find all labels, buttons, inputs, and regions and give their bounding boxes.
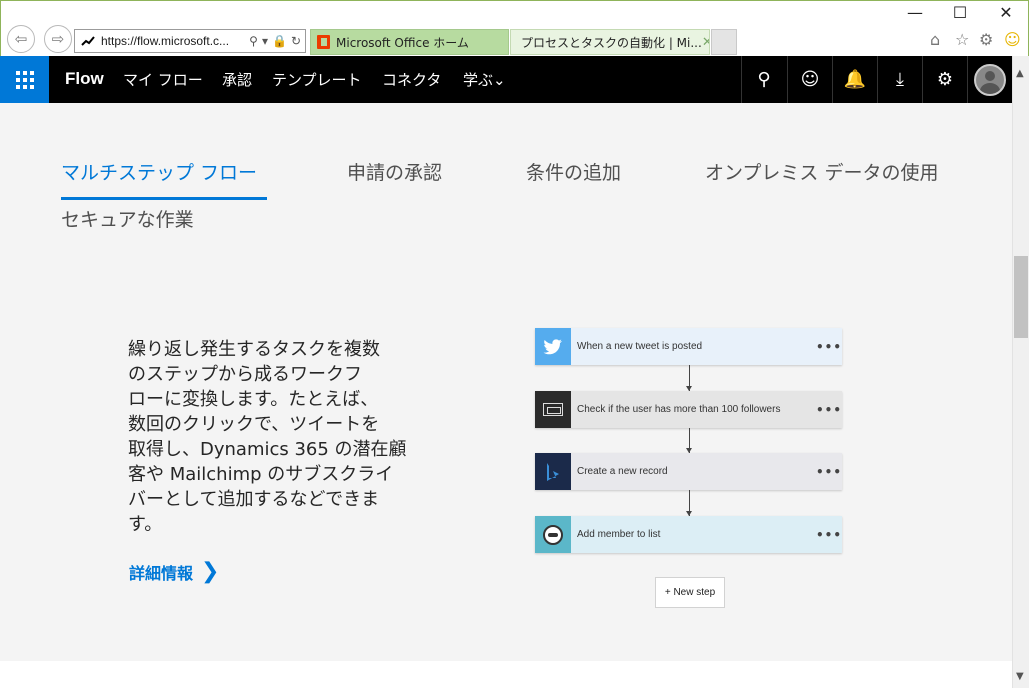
description-line: 繰り返し発生するタスクを複数	[128, 339, 380, 360]
description-line: のステップから成るワークフ	[128, 364, 362, 385]
close-tab-icon[interactable]: ✕	[702, 35, 709, 50]
step-label: When a new tweet is posted	[577, 341, 703, 352]
nav-my-flows[interactable]: マイ フロー	[123, 69, 203, 90]
refresh-icon[interactable]: ↻	[291, 34, 301, 48]
next-section	[0, 661, 1012, 688]
flow-step-mailchimp-add[interactable]: Add member to list •••	[535, 516, 842, 553]
description-line: 数回のクリックで、ツイートを	[128, 414, 380, 435]
nav-approvals[interactable]: 承認	[222, 69, 252, 90]
step-connector-arrow	[686, 490, 692, 516]
mailchimp-icon	[535, 516, 571, 553]
feature-description: 繰り返し発生するタスクを複数 のステップから成るワークフ ローに変換します。たと…	[128, 337, 418, 537]
tab-label: Microsoft Office ホーム	[336, 35, 469, 50]
vertical-scrollbar[interactable]: ▲ ▼	[1012, 56, 1029, 688]
tab-onpremises-data[interactable]: オンプレミス データの使用	[705, 158, 938, 185]
brand-name[interactable]: Flow	[65, 69, 104, 89]
learn-more-label: 詳細情報	[129, 563, 194, 583]
smiley-feedback-icon[interactable]: ☺	[787, 56, 832, 103]
flow-step-dynamics-record[interactable]: Create a new record •••	[535, 453, 842, 490]
tab-request-approvals[interactable]: 申請の承認	[347, 158, 442, 185]
scroll-down-icon[interactable]: ▼	[1016, 671, 1024, 682]
step-label: Create a new record	[577, 466, 668, 477]
step-connector-arrow	[686, 365, 692, 391]
condition-icon	[535, 391, 571, 428]
more-options-icon[interactable]: •••	[816, 465, 842, 479]
step-connector-arrow	[686, 428, 692, 453]
tab-secure-work[interactable]: セキュアな作業	[61, 205, 194, 232]
minimize-button[interactable]: —	[901, 3, 929, 22]
office-logo-icon	[317, 35, 330, 49]
dropdown-icon[interactable]: ▾	[262, 34, 268, 48]
avatar	[974, 63, 1006, 96]
forward-arrow-icon: ⇨	[51, 30, 65, 48]
back-arrow-icon: ⇦	[14, 30, 28, 48]
browser-chrome: ⇦ ⇨ https://flow.microsoft.c... ⚲ ▾ 🔒 ↻ …	[0, 0, 1029, 56]
favorites-star-icon[interactable]: ☆	[955, 30, 969, 49]
download-icon[interactable]: ⤓	[877, 56, 922, 103]
description-line: 取得し、Dynamics 365 の潜在顧	[128, 439, 407, 460]
step-label: Add member to list	[577, 529, 661, 540]
app-header: Flow マイ フロー 承認 テンプレート コネクタ 学ぶ⌄ ⚲ ☺ 🔔 ⤓ ⚙	[0, 56, 1012, 103]
more-options-icon[interactable]: •••	[816, 528, 842, 542]
more-options-icon[interactable]: •••	[816, 340, 842, 354]
gear-icon[interactable]: ⚙	[922, 56, 967, 103]
flow-favicon-icon	[81, 36, 95, 46]
search-icon[interactable]: ⚲	[249, 34, 258, 48]
scroll-up-icon[interactable]: ▲	[1016, 68, 1024, 79]
learn-more-link[interactable]: 詳細情報 ❯	[129, 559, 219, 584]
twitter-icon	[535, 328, 571, 365]
new-tab-button[interactable]	[711, 29, 737, 55]
avatar-button[interactable]	[967, 56, 1012, 103]
main-content: マルチステップ フロー 申請の承認 条件の追加 オンプレミス データの使用 セキ…	[0, 103, 1012, 688]
description-line: す。	[128, 514, 163, 535]
tab-office-home[interactable]: Microsoft Office ホーム	[310, 29, 509, 55]
tab-multistep-flow[interactable]: マルチステップ フロー	[61, 158, 257, 185]
active-tab-indicator	[61, 197, 267, 200]
smiley-feedback-icon[interactable]: ☺	[1004, 30, 1021, 49]
back-button[interactable]: ⇦	[7, 25, 35, 53]
address-url: https://flow.microsoft.c...	[101, 34, 230, 48]
nav-connectors[interactable]: コネクタ	[382, 69, 441, 90]
scroll-thumb[interactable]	[1014, 256, 1028, 338]
close-window-button[interactable]: ✕	[992, 3, 1020, 22]
nav-templates[interactable]: テンプレート	[272, 69, 362, 90]
flow-step-tweet-trigger[interactable]: When a new tweet is posted •••	[535, 328, 842, 365]
more-options-icon[interactable]: •••	[816, 403, 842, 417]
bell-icon[interactable]: 🔔	[832, 56, 877, 103]
tab-add-conditions[interactable]: 条件の追加	[526, 158, 621, 185]
gear-icon[interactable]: ⚙	[979, 30, 993, 49]
description-line: バーとして追加するなどできま	[128, 489, 380, 510]
maximize-button[interactable]: ☐	[946, 3, 974, 22]
lock-icon[interactable]: 🔒	[272, 34, 287, 48]
dynamics-icon	[535, 453, 571, 490]
app-launcher-icon[interactable]	[0, 56, 49, 103]
chevron-right-icon: ❯	[201, 559, 220, 584]
tab-flow-automation[interactable]: プロセスとタスクの自動化 | Mi... ✕	[510, 29, 710, 55]
search-icon[interactable]: ⚲	[741, 56, 786, 103]
nav-learn[interactable]: 学ぶ⌄	[463, 69, 506, 90]
description-line: 客や Mailchimp のサブスクライ	[128, 464, 394, 485]
flow-step-condition[interactable]: Check if the user has more than 100 foll…	[535, 391, 842, 428]
address-bar[interactable]: https://flow.microsoft.c... ⚲ ▾ 🔒 ↻	[74, 29, 306, 53]
home-icon[interactable]: ⌂	[930, 30, 940, 49]
new-step-button[interactable]: + New step	[655, 577, 725, 608]
step-label: Check if the user has more than 100 foll…	[577, 404, 781, 415]
tab-label: プロセスとタスクの自動化 | Mi...	[521, 35, 702, 50]
description-line: ローに変換します。たとえば、	[128, 389, 379, 410]
forward-button[interactable]: ⇨	[44, 25, 72, 53]
